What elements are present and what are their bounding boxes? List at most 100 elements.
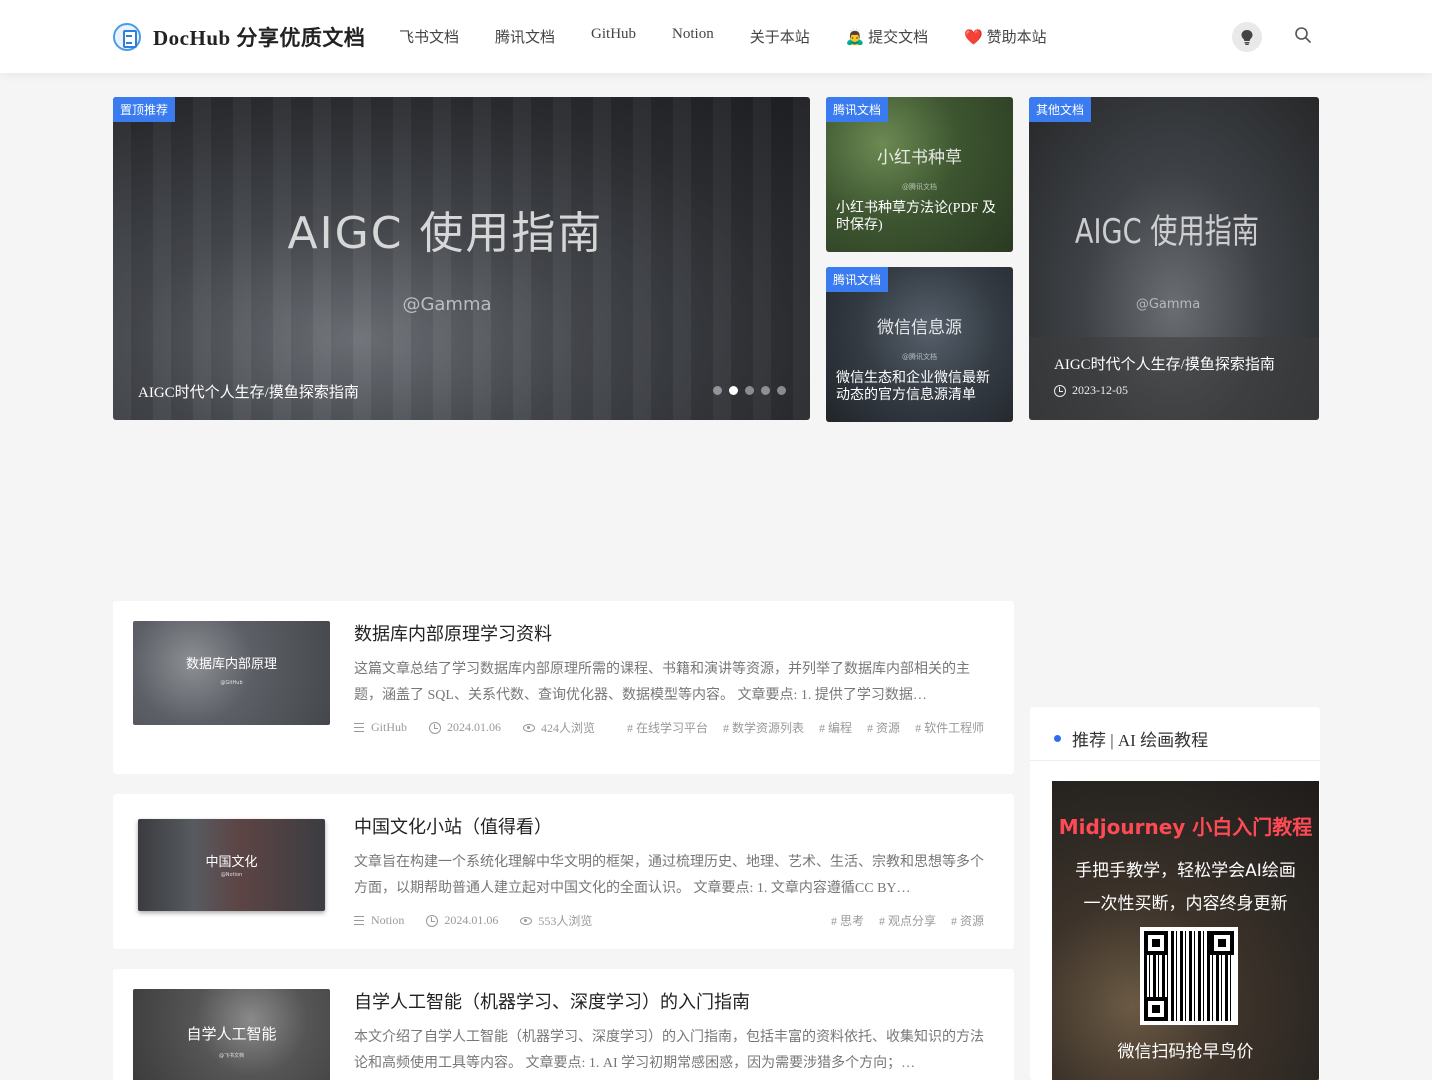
tag-link[interactable]: # 在线学习平台: [627, 719, 708, 736]
tag-link[interactable]: # 软件工程师: [915, 719, 984, 736]
nav-tencent-docs[interactable]: 腾讯文档: [495, 26, 555, 47]
nav-feishu-docs[interactable]: 飞书文档: [399, 26, 459, 47]
card-image-subtitle: @Gamma: [1135, 297, 1201, 312]
category-badge: 其他文档: [1029, 97, 1092, 122]
slider-dot[interactable]: [777, 386, 786, 395]
article-views: 424人浏览: [523, 719, 595, 736]
category-icon: [354, 916, 364, 925]
article-title[interactable]: 中国文化小站（值得看）: [354, 813, 552, 839]
thumbnail-subtitle: @Notion: [220, 872, 243, 878]
article-date: 2024.01.06: [426, 913, 498, 928]
sidebar-recommend-widget: 推荐 | AI 绘画教程 Midjourney 小白入门教程 手把手教学，轻松学…: [1030, 707, 1320, 1080]
tag-link[interactable]: # 观点分享: [879, 912, 936, 929]
nav-github[interactable]: GitHub: [591, 26, 636, 47]
card-caption[interactable]: 微信生态和企业微信最新动态的官方信息源清单: [836, 370, 1003, 404]
clock-icon: [1054, 384, 1066, 397]
tag-link[interactable]: # 数学资源列表: [723, 719, 804, 736]
featured-card-xiaohongshu[interactable]: 小红书种草 @腾讯文档 腾讯文档 小红书种草方法论(PDF 及时保存): [826, 97, 1013, 252]
article-category-text: GitHub: [371, 720, 407, 734]
article-views-text: 553人浏览: [538, 914, 593, 928]
article-excerpt: 这篇文章总结了学习数据库内部原理所需的课程、书籍和演讲等资源，并列举了数据库内部…: [354, 662, 970, 703]
caption-overlay: [1029, 337, 1319, 420]
tag-link[interactable]: # 资源: [867, 719, 900, 736]
card-date-text: 2023-12-05: [1072, 383, 1128, 397]
nav-notion[interactable]: Notion: [672, 26, 714, 47]
article-excerpt: 本文介绍了自学人工智能（机器学习、深度学习）的入门指南，包括丰富的资料依托、收集…: [354, 1030, 984, 1071]
thumbnail-title: 中国文化: [205, 855, 258, 870]
widget-title: 推荐 | AI 绘画教程: [1054, 726, 1208, 751]
midjourney-ad-banner[interactable]: Midjourney 小白入门教程 手把手教学，轻松学会AI绘画 一次性买断，内…: [1052, 781, 1319, 1080]
article-title[interactable]: 自学人工智能（机器学习、深度学习）的入门指南: [354, 988, 750, 1014]
eye-icon: [520, 916, 533, 925]
card-image-title: AIGC 使用指南: [1074, 212, 1260, 252]
clock-icon: [429, 721, 441, 734]
site-header: DocHub 分享优质文档 飞书文档 腾讯文档 GitHub Notion 关于…: [0, 0, 1432, 73]
article-meta: Notion 2024.01.06 553人浏览: [354, 912, 614, 929]
article-tags: # 在线学习平台 # 数学资源列表 # 编程 # 资源 # 软件工程师: [612, 719, 984, 736]
article-excerpt: 文章旨在构建一个系统化理解中华文明的框架，通过梳理历史、地理、艺术、生活、宗教和…: [354, 855, 984, 896]
ad-headline: Midjourney 小白入门教程: [1058, 815, 1313, 839]
hero-image-subtitle: @Gamma: [402, 294, 492, 315]
slider-dot[interactable]: [761, 386, 770, 395]
qr-finder: [1144, 997, 1168, 1021]
tag-link[interactable]: # 思考: [831, 912, 864, 929]
featured-card-aigc[interactable]: AIGC 使用指南 @Gamma 其他文档 AIGC时代个人生存/摸鱼探索指南 …: [1029, 97, 1319, 420]
site-name: DocHub 分享优质文档: [153, 26, 366, 50]
nav-submit-doc[interactable]: 🙇‍♂️ 提交文档: [846, 26, 928, 47]
ad-cta: 微信扫码抢早鸟价: [1117, 1042, 1254, 1062]
nav-about[interactable]: 关于本站: [750, 26, 810, 47]
widget-divider: [1030, 760, 1320, 761]
card-date: 2023-12-05: [1054, 383, 1128, 398]
featured-card-wechat[interactable]: 微信信息源 @腾讯文档 腾讯文档 微信生态和企业微信最新动态的官方信息源清单: [826, 267, 1013, 422]
article-card: 数据库内部原理 @GitHub 数据库内部原理学习资料 这篇文章总结了学习数据库…: [113, 601, 1014, 774]
slider-dot[interactable]: [745, 386, 754, 395]
wechat-qr-code: [1140, 927, 1238, 1025]
qr-finder: [1144, 931, 1168, 955]
slider-dot-active[interactable]: [729, 386, 738, 395]
card-caption[interactable]: AIGC时代个人生存/摸鱼探索指南: [1054, 353, 1275, 374]
article-views-text: 424人浏览: [540, 721, 595, 735]
card-image-title: 微信信息源: [877, 318, 962, 338]
ad-line: 手把手教学，轻松学会AI绘画: [1075, 861, 1296, 881]
article-category-text: Notion: [371, 913, 405, 927]
lightbulb-icon: [1241, 30, 1253, 45]
article-thumbnail[interactable]: 自学人工智能 @飞书文档: [133, 989, 330, 1080]
hero-caption[interactable]: AIGC时代个人生存/摸鱼探索指南: [138, 381, 359, 402]
article-date: 2024.01.06: [429, 720, 501, 735]
search-button[interactable]: [1294, 26, 1314, 46]
article-tags: # 思考 # 观点分享 # 资源: [816, 912, 984, 929]
article-views: 553人浏览: [520, 912, 592, 929]
article-title[interactable]: 数据库内部原理学习资料: [354, 620, 552, 646]
category-badge: 腾讯文档: [826, 267, 889, 292]
site-logo[interactable]: DocHub 分享优质文档: [113, 22, 365, 52]
article-thumbnail[interactable]: 数据库内部原理 @GitHub: [133, 621, 330, 725]
article-category[interactable]: Notion: [354, 913, 404, 928]
article-thumbnail[interactable]: 中国文化 @Notion: [138, 819, 325, 911]
article-date-text: 2024.01.06: [447, 720, 501, 734]
article-card: 中国文化 @Notion 中国文化小站（值得看） 文章旨在构建一个系统化理解中华…: [113, 794, 1014, 949]
theme-toggle-button[interactable]: [1232, 22, 1262, 52]
clock-icon: [426, 914, 439, 927]
card-image-title: 小红书种草: [877, 148, 962, 168]
card-image-subtitle: @腾讯文档: [902, 353, 937, 361]
tag-link[interactable]: # 资源: [951, 912, 984, 929]
thumbnail-subtitle: @飞书文档: [218, 1053, 244, 1059]
tag-link[interactable]: # 编程: [819, 719, 852, 736]
article-category[interactable]: GitHub: [354, 720, 407, 735]
card-caption[interactable]: 小红书种草方法论(PDF 及时保存): [836, 200, 1003, 234]
nav-sponsor[interactable]: ❤️ 赞助本站: [964, 26, 1046, 47]
thumbnail-title: 自学人工智能: [186, 1025, 277, 1043]
ad-line: 一次性买断，内容终身更新: [1083, 894, 1288, 914]
eye-icon: [523, 723, 535, 732]
main-nav: 飞书文档 腾讯文档 GitHub Notion 关于本站 🙇‍♂️ 提交文档 ❤…: [399, 26, 1083, 47]
qr-pattern: [1144, 931, 1234, 1021]
qr-finder: [1210, 931, 1234, 955]
slider-dot[interactable]: [713, 386, 722, 395]
hero-slider[interactable]: AIGC 使用指南 @Gamma 置顶推荐 AIGC时代个人生存/摸鱼探索指南: [113, 97, 810, 420]
category-badge: 腾讯文档: [826, 97, 889, 122]
search-icon: [1295, 27, 1311, 43]
thumbnail-title: 数据库内部原理: [185, 657, 277, 672]
thumbnail-subtitle: @GitHub: [220, 680, 243, 686]
slider-dots: [713, 386, 793, 395]
pinned-badge: 置顶推荐: [113, 97, 176, 122]
